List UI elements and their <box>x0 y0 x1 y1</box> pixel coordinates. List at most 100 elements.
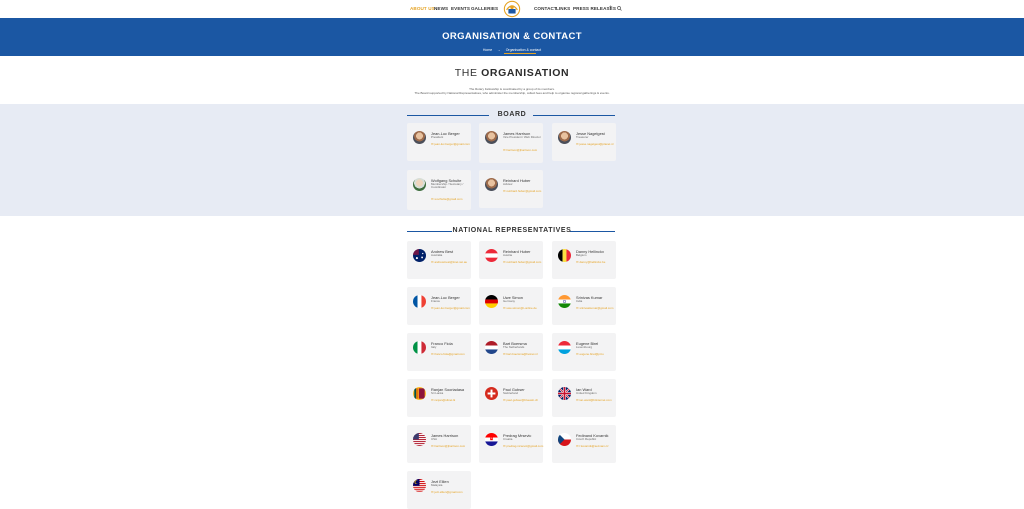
country-flag-avatar <box>558 341 571 354</box>
member-photo-avatar <box>413 178 426 191</box>
email-text[interactable]: uwe.simon@t-online.de <box>506 306 536 310</box>
country-flag-avatar <box>485 433 498 446</box>
person-role: Croatia <box>503 437 513 441</box>
email-text[interactable]: harrison@jharrison.com <box>434 444 465 448</box>
email-link[interactable]: ✉reinhard.huber@gmail.com <box>503 260 541 264</box>
email-text[interactable]: harrison@jharrison.com <box>506 148 537 152</box>
country-flag-avatar <box>413 387 426 400</box>
email-text[interactable]: danny@hellinckx.be <box>579 260 605 264</box>
email-link[interactable]: ✉reinhard.huber@gmail.com <box>503 189 541 193</box>
email-text[interactable]: ian.ward@btinternet.com <box>579 398 611 402</box>
person-role: United Kingdom <box>576 391 597 395</box>
email-text[interactable]: w.schulte@gmail.com <box>434 197 462 201</box>
email-link[interactable]: ✉srinivaskumar@gmail.com <box>576 306 613 310</box>
representative-card: Uwe Simon Germany ✉uwe.simon@t-online.de <box>479 287 543 325</box>
email-link[interactable]: ✉f.kovarnik@seznam.cz <box>576 444 609 448</box>
email-text[interactable]: reinhard.huber@gmail.com <box>506 260 541 264</box>
email-link[interactable]: ✉harrison@jharrison.com <box>503 148 537 152</box>
email-link[interactable]: ✉bart.boersma@hetnet.nl <box>503 352 538 356</box>
email-text[interactable]: franco.fiola@gmail.com <box>434 352 464 356</box>
country-flag-avatar <box>485 341 498 354</box>
representative-card: Ranjan Sooriadasa Sri Lanka ✉ranjan@sltnet… <box>407 379 471 417</box>
person-role: Switzerland <box>503 391 518 395</box>
email-text[interactable]: ranjan@sltnet.lk <box>434 398 455 402</box>
fellowship-logo[interactable] <box>503 0 521 18</box>
board-member-card: Reinhard Huber Advisor ✉reinhard.huber@gma… <box>479 170 543 208</box>
hr-flag-icon <box>485 433 498 446</box>
email-link[interactable]: ✉paul.gubser@bluewin.ch <box>503 398 538 402</box>
email-text[interactable]: jean-luc.berger@gmail.com <box>434 142 469 146</box>
email-link[interactable]: ✉franco.fiola@gmail.com <box>431 352 465 356</box>
email-link[interactable]: ✉jean-luc.berger@gmail.com <box>431 142 470 146</box>
email-link[interactable]: ✉jean-luc.berger@gmail.com <box>431 306 470 310</box>
email-text[interactable]: reinhard.huber@gmail.com <box>506 189 541 193</box>
email-link[interactable]: ✉jezt.ellien@gmail.com <box>431 490 463 494</box>
ch-flag-icon <box>485 387 498 400</box>
board-member-card: Wolfgang Schulte Membership / Secretary /… <box>407 170 471 210</box>
person-role: Sri Lanka <box>431 391 444 395</box>
email-link[interactable]: ✉eugene.birel@pt.lu <box>576 352 604 356</box>
email-link[interactable]: ✉ranjan@sltnet.lk <box>431 398 455 402</box>
email-link[interactable]: ✉w.schulte@gmail.com <box>431 197 462 201</box>
page-title: ORGANISATION & CONTACT <box>442 31 582 42</box>
member-photo-avatar <box>558 131 571 144</box>
nav-about-us[interactable]: ABOUT US <box>410 6 435 11</box>
organisation-heading: THE ORGANISATION <box>0 67 1024 79</box>
country-flag-avatar <box>413 341 426 354</box>
person-role: Belgium <box>576 253 587 257</box>
representative-card: Predrag Mrsevic Croatia ✉predrag.mrsevic@g… <box>479 425 543 463</box>
country-flag-avatar <box>558 433 571 446</box>
representative-card: Eugene Birel Luxembourg ✉eugene.birel@pt.l… <box>552 333 616 371</box>
email-text[interactable]: paul.gubser@bluewin.ch <box>506 398 538 402</box>
us-flag-icon <box>413 433 426 446</box>
email-text[interactable]: eugene.birel@pt.lu <box>579 352 603 356</box>
breadcrumb-separator: → <box>497 48 501 52</box>
board-member-card: James Harrison Vice President / Web Direc… <box>479 123 543 163</box>
person-role: Vice President / Web Director <box>503 135 541 139</box>
country-flag-avatar <box>558 249 571 262</box>
email-link[interactable]: ✉danny@hellinckx.be <box>576 260 605 264</box>
nav-galleries[interactable]: GALLERIES <box>471 6 498 11</box>
email-link[interactable]: ✉harrison@jharrison.com <box>431 444 465 448</box>
in-flag-icon <box>558 295 571 308</box>
email-text[interactable]: bart.boersma@hetnet.nl <box>506 352 537 356</box>
be-flag-icon <box>558 249 571 262</box>
member-photo-avatar <box>413 131 426 144</box>
page-hero: ORGANISATION & CONTACT Home → Organisati… <box>0 18 1024 56</box>
email-link[interactable]: ✉andrew.best@iinet.net.au <box>431 260 467 264</box>
email-text[interactable]: srinivaskumar@gmail.com <box>579 306 613 310</box>
breadcrumb-home[interactable]: Home <box>483 48 492 52</box>
gb-flag-icon <box>558 387 571 400</box>
representative-card: Andrew Best Australia ✉andrew.best@iinet.n… <box>407 241 471 279</box>
nav-contact[interactable]: CONTACT <box>534 6 557 11</box>
person-role: Advisor <box>503 182 513 186</box>
email-text[interactable]: jesse.nagelgest@planet.nl <box>579 142 613 146</box>
person-role: Luxembourg <box>576 345 593 349</box>
at-flag-icon <box>485 249 498 262</box>
representative-card: Danny Hellinckx Belgium ✉danny@hellinckx.b… <box>552 241 616 279</box>
it-flag-icon <box>413 341 426 354</box>
person-role: USA <box>431 437 437 441</box>
email-text[interactable]: f.kovarnik@seznam.cz <box>579 444 608 448</box>
nav-events[interactable]: EVENTS <box>451 6 470 11</box>
country-flag-avatar <box>558 387 571 400</box>
top-navigation: ABOUT US NEWS EVENTS GALLERIES CONTACT L… <box>0 0 1024 18</box>
member-photo-avatar <box>485 131 498 144</box>
board-heading: BOARD <box>497 111 527 118</box>
email-link[interactable]: ✉uwe.simon@t-online.de <box>503 306 537 310</box>
email-link[interactable]: ✉jesse.nagelgest@planet.nl <box>576 142 613 146</box>
my-flag-icon <box>413 479 426 492</box>
nl-flag-icon <box>485 341 498 354</box>
email-text[interactable]: jean-luc.berger@gmail.com <box>434 306 469 310</box>
nav-links[interactable]: LINKS <box>556 6 570 11</box>
email-link[interactable]: ✉ian.ward@btinternet.com <box>576 398 612 402</box>
person-role: Treasurer <box>576 135 589 139</box>
search-icon[interactable] <box>617 6 622 11</box>
country-flag-avatar <box>485 387 498 400</box>
email-link[interactable]: ✉predrag.mrsevic@gmail.com <box>503 444 543 448</box>
menu-plus-icon[interactable]: + <box>609 5 613 11</box>
email-text[interactable]: predrag.mrsevic@gmail.com <box>506 444 543 448</box>
nav-news[interactable]: NEWS <box>434 6 448 11</box>
email-text[interactable]: jezt.ellien@gmail.com <box>434 490 462 494</box>
email-text[interactable]: andrew.best@iinet.net.au <box>434 260 467 264</box>
